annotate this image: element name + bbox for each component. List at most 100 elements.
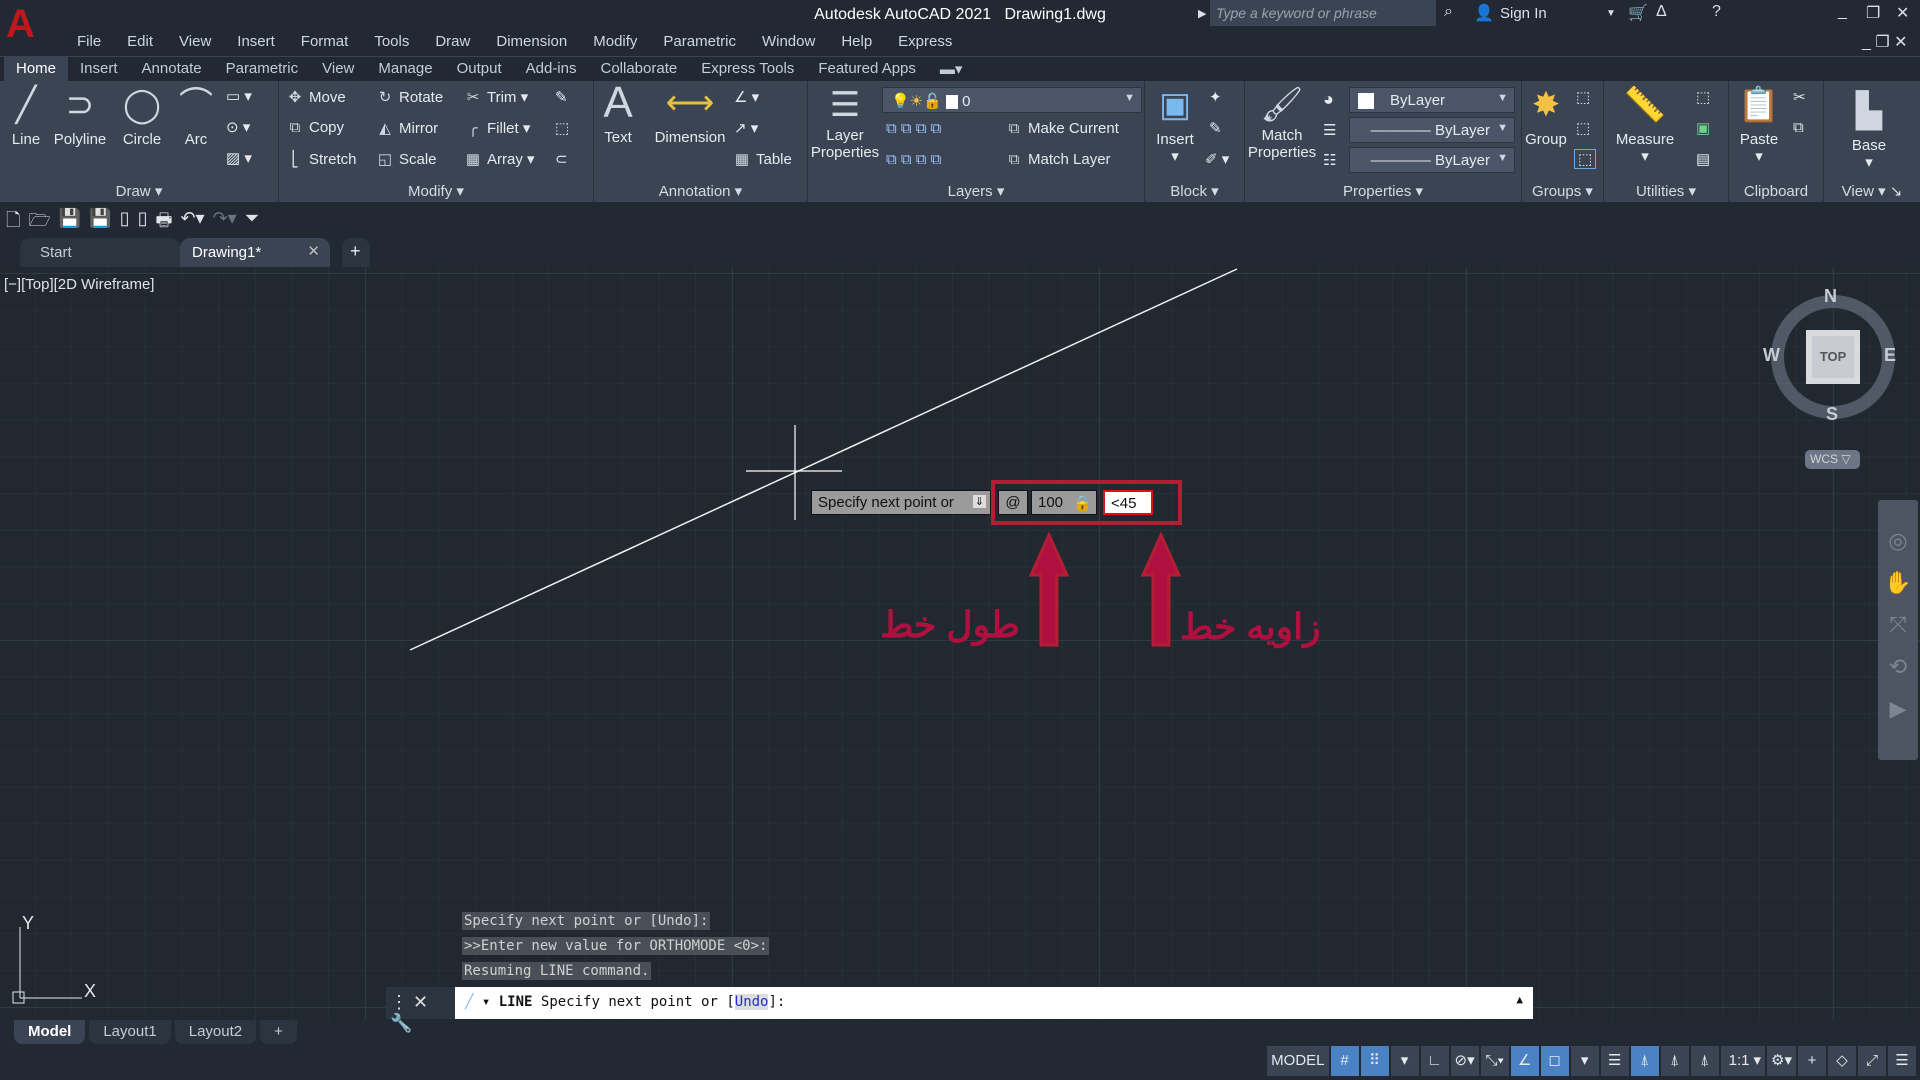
properties-panel-label[interactable]: Properties ▾ bbox=[1245, 182, 1521, 200]
menu-insert[interactable]: Insert bbox=[224, 30, 288, 54]
layer-tools-row-1[interactable]: ⧉ ⧉ ⧉ ⧉ bbox=[886, 120, 941, 137]
tab-home[interactable]: Home bbox=[4, 57, 69, 82]
compass-north[interactable]: N bbox=[1824, 286, 1837, 307]
group-button[interactable]: ✸ Group bbox=[1524, 85, 1568, 148]
menu-draw[interactable]: Draw bbox=[422, 30, 483, 54]
close-tab-icon[interactable]: ✕ bbox=[307, 242, 320, 260]
snap-icon[interactable]: ⠿ bbox=[1360, 1046, 1389, 1076]
match-properties-button[interactable]: 🖌 Match Properties bbox=[1247, 85, 1317, 161]
select-all-icon[interactable]: ▣ bbox=[1696, 119, 1710, 137]
layers-panel-label[interactable]: Layers ▾ bbox=[808, 182, 1144, 200]
move-button[interactable]: ✥ Move bbox=[285, 88, 346, 106]
groups-panel-label[interactable]: Groups ▾ bbox=[1522, 182, 1603, 200]
menu-tools[interactable]: Tools bbox=[361, 30, 422, 54]
base-button[interactable]: ▙ Base ▾ bbox=[1844, 91, 1894, 171]
open-web-icon[interactable]: ▯ bbox=[120, 208, 130, 230]
erase-icon[interactable]: ✎ bbox=[555, 88, 568, 106]
quick-select-icon[interactable]: ⬚ bbox=[1696, 88, 1710, 106]
undo-icon[interactable]: ↶▾ bbox=[180, 208, 204, 230]
save-web-icon[interactable]: ▯ bbox=[138, 208, 148, 230]
copy-button[interactable]: ⧉ Copy bbox=[285, 119, 344, 136]
tab-insert[interactable]: Insert bbox=[68, 57, 130, 82]
isometric-icon[interactable]: ⤡▾ bbox=[1480, 1046, 1509, 1076]
layer-dropdown[interactable]: 💡☀🔓 0 ▼ bbox=[882, 87, 1142, 113]
drawing-canvas[interactable]: [−][Top][2D Wireframe] Specify next poin… bbox=[0, 267, 1920, 1020]
steering-wheel-icon[interactable]: ◎ bbox=[1878, 520, 1918, 562]
edit-block-icon[interactable]: ✎ bbox=[1209, 119, 1222, 137]
annotation-panel-label[interactable]: Annotation ▾ bbox=[594, 182, 807, 200]
tab-annotate[interactable]: Annotate bbox=[130, 57, 214, 82]
text-button[interactable]: A Text bbox=[600, 81, 636, 147]
grid-icon[interactable]: # bbox=[1330, 1046, 1359, 1076]
stretch-button[interactable]: ⎣ Stretch bbox=[285, 150, 356, 168]
calculator-icon[interactable]: ▤ bbox=[1696, 150, 1710, 168]
tab-layout2[interactable]: Layout2 bbox=[174, 1020, 257, 1044]
tab-view[interactable]: View bbox=[310, 57, 366, 82]
insert-button[interactable]: ▣ Insert ▾ bbox=[1149, 85, 1201, 165]
model-space-button[interactable]: MODEL bbox=[1267, 1046, 1329, 1076]
wcs-menu[interactable]: WCS ▽ bbox=[1805, 450, 1860, 469]
hatch-icon[interactable]: ▨ ▾ bbox=[226, 149, 252, 167]
close-command-line-icon[interactable]: ✕ bbox=[413, 992, 428, 1012]
line-button[interactable]: ╱ Line bbox=[6, 85, 46, 148]
osnap-dropdown-icon[interactable]: ▾ bbox=[1570, 1046, 1599, 1076]
autodesk-app-icon[interactable]: Δ bbox=[1656, 3, 1667, 21]
help-icon[interactable]: ? bbox=[1712, 3, 1721, 21]
array-button[interactable]: ▦ Array ▾ bbox=[463, 150, 535, 168]
block-attribute-icon[interactable]: ✐ ▾ bbox=[1205, 150, 1229, 168]
paste-button[interactable]: 📋 Paste ▾ bbox=[1733, 85, 1785, 165]
workspace-gear-icon[interactable]: ⚙▾ bbox=[1767, 1046, 1796, 1076]
save-icon[interactable]: 💾 bbox=[59, 208, 81, 230]
minimize-icon[interactable]: _ bbox=[1838, 3, 1847, 21]
new-tab-button[interactable]: + bbox=[342, 238, 370, 267]
layer-tools-row-2[interactable]: ⧉ ⧉ ⧉ ⧉ bbox=[886, 151, 941, 168]
add-layout-button[interactable]: + bbox=[260, 1020, 297, 1044]
compass-east[interactable]: E bbox=[1884, 345, 1896, 366]
utilities-panel-label[interactable]: Utilities ▾ bbox=[1604, 182, 1728, 200]
offset-icon[interactable]: ⊂ bbox=[555, 150, 568, 168]
tab-add-ins[interactable]: Add-ins bbox=[514, 57, 589, 82]
scale-button[interactable]: ◱ Scale bbox=[375, 150, 437, 168]
tab-output[interactable]: Output bbox=[445, 57, 514, 82]
circle-button[interactable]: ◯ Circle bbox=[116, 85, 168, 148]
isolate-objects-icon[interactable]: ◇ bbox=[1828, 1046, 1856, 1076]
orbit-icon[interactable]: ⟲ bbox=[1878, 646, 1918, 688]
match-layer-button[interactable]: ⧉ Match Layer bbox=[1004, 151, 1111, 168]
doc-minimize-icon[interactable]: _ ❐ ✕ bbox=[1862, 32, 1908, 52]
search-input[interactable]: Type a keyword or phrase bbox=[1210, 0, 1436, 26]
length-input[interactable]: 100 🔒 bbox=[1031, 490, 1097, 515]
plot-icon[interactable]: 🖶 bbox=[155, 208, 172, 230]
modify-panel-label[interactable]: Modify ▾ bbox=[279, 182, 593, 200]
group-edit-icon[interactable]: ⬚ bbox=[1576, 119, 1590, 137]
tab-featured-apps[interactable]: Featured Apps bbox=[806, 57, 928, 82]
close-icon[interactable]: ✕ bbox=[1896, 3, 1909, 23]
sign-in-button[interactable]: Sign In bbox=[1500, 5, 1547, 22]
command-input[interactable]: ╱ ▾ LINE Specify next point or [Undo]: ▲ bbox=[455, 987, 1533, 1019]
trim-button[interactable]: ✂ Trim ▾ bbox=[463, 88, 528, 106]
menu-dimension[interactable]: Dimension bbox=[483, 30, 580, 54]
menu-window[interactable]: Window bbox=[749, 30, 828, 54]
annotation-monitor-icon[interactable]: + bbox=[1798, 1046, 1826, 1076]
annotation-visibility-icon[interactable]: ⍋ bbox=[1630, 1046, 1659, 1076]
menu-edit[interactable]: Edit bbox=[114, 30, 166, 54]
create-block-icon[interactable]: ✦ bbox=[1209, 88, 1222, 106]
ellipse-icon[interactable]: ⊙ ▾ bbox=[226, 118, 250, 136]
lineweight-toggle-icon[interactable]: ☰ bbox=[1600, 1046, 1629, 1076]
menu-view[interactable]: View bbox=[166, 30, 224, 54]
customization-menu-icon[interactable]: ☰ bbox=[1888, 1046, 1916, 1076]
ribbon-minimize-icon[interactable]: ▬▾ bbox=[928, 57, 975, 82]
menu-format[interactable]: Format bbox=[288, 30, 362, 54]
polar-icon[interactable]: ⊘▾ bbox=[1450, 1046, 1479, 1076]
annotation-scale-dropdown[interactable]: 1:1 ▾ bbox=[1720, 1046, 1766, 1076]
explode-icon[interactable]: ⬚ bbox=[555, 119, 569, 137]
customize-wrench-icon[interactable]: 🔧 bbox=[390, 1013, 412, 1033]
menu-parametric[interactable]: Parametric bbox=[650, 30, 749, 54]
pan-icon[interactable]: ✋ bbox=[1878, 562, 1918, 604]
sign-in-dropdown-icon[interactable]: ▼ bbox=[1606, 8, 1616, 19]
auto-scale-icon[interactable]: ⍋ bbox=[1660, 1046, 1689, 1076]
fillet-button[interactable]: ╭ Fillet ▾ bbox=[463, 119, 530, 137]
table-button[interactable]: ▦ Table bbox=[732, 150, 792, 168]
customize-qat-icon[interactable]: ⏷ bbox=[245, 208, 259, 230]
compass-south[interactable]: S bbox=[1826, 404, 1838, 425]
restore-icon[interactable]: ❐ bbox=[1866, 3, 1880, 23]
